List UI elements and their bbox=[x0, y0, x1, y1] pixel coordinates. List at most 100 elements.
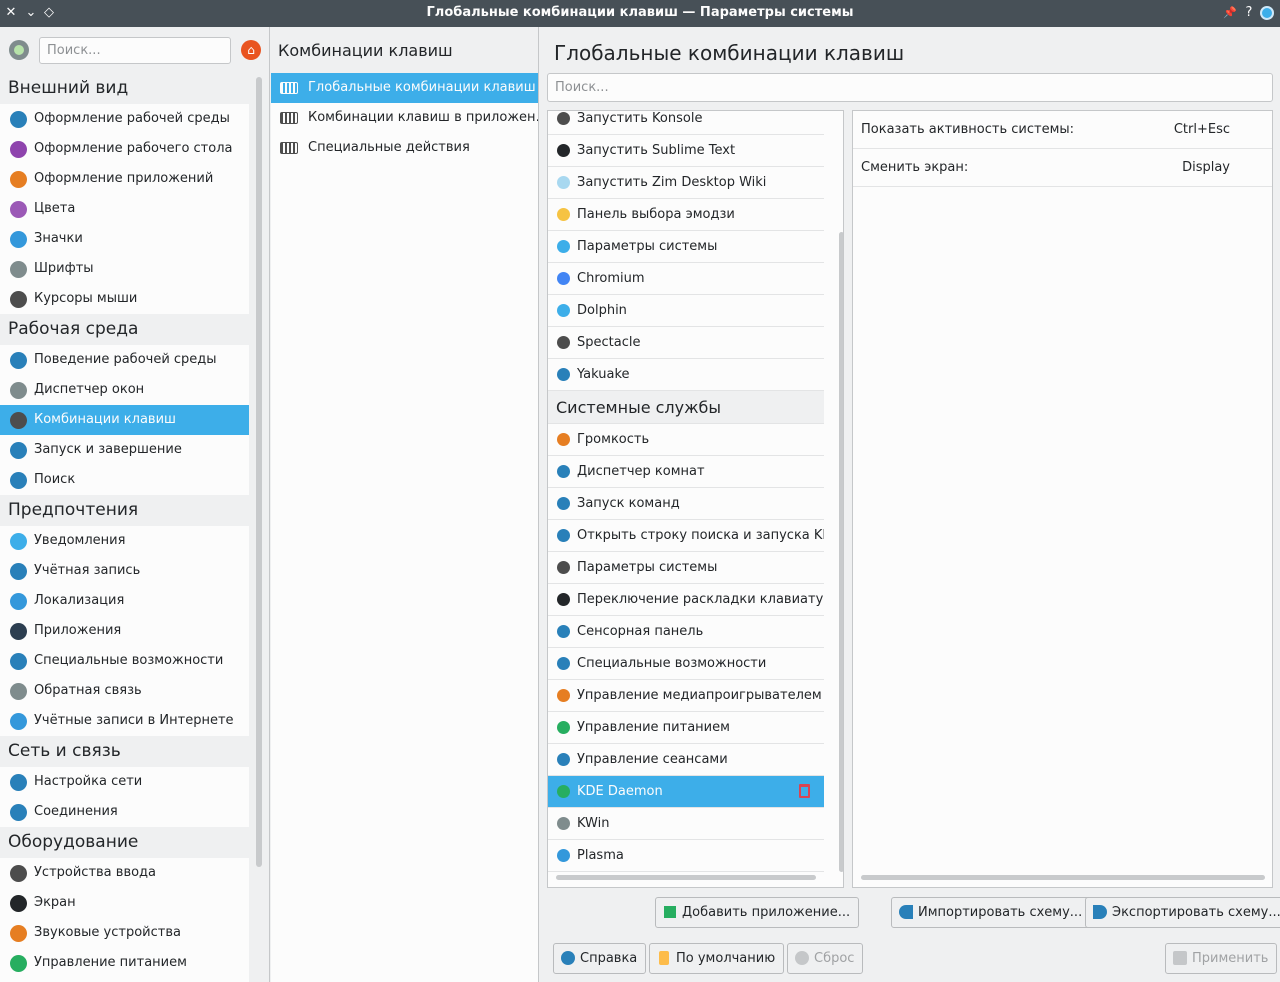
component-icon bbox=[557, 208, 570, 221]
sidebar-item[interactable]: Оформление рабочего стола bbox=[0, 134, 249, 164]
sidebar-item-icon bbox=[10, 653, 27, 670]
sidebar-search-input[interactable]: Поиск... bbox=[39, 37, 231, 64]
sidebar-item-label: Учётная запись bbox=[34, 563, 141, 578]
component-item[interactable]: Yakuake bbox=[548, 359, 824, 391]
sidebar-item[interactable]: Приложения bbox=[0, 616, 249, 646]
component-item[interactable]: Параметры системы bbox=[548, 231, 824, 263]
sidebar-item-icon bbox=[10, 352, 27, 369]
sidebar-item-icon bbox=[10, 713, 27, 730]
pin-icon[interactable]: 📌 bbox=[1221, 4, 1239, 22]
sidebar-item-icon bbox=[10, 533, 27, 550]
component-label: Управление сеансами bbox=[577, 752, 728, 767]
component-item[interactable]: Открыть строку поиска и запуска KRunner bbox=[548, 520, 824, 552]
component-item[interactable]: Управление медиапроигрывателем bbox=[548, 680, 824, 712]
component-list-vscrollbar[interactable] bbox=[839, 232, 843, 872]
sidebar-item-label: Курсоры мыши bbox=[34, 291, 138, 306]
filter-input[interactable]: Поиск... bbox=[547, 73, 1273, 102]
sidebar-item[interactable]: Цвета bbox=[0, 194, 249, 224]
sidebar-item[interactable]: Диспетчер окон bbox=[0, 375, 249, 405]
sidebar-item[interactable]: Учётные записи в Интернете bbox=[0, 706, 249, 736]
sidebar-item[interactable]: Настройка сети bbox=[0, 767, 249, 797]
sidebar-item[interactable]: Оформление рабочей среды bbox=[0, 104, 249, 134]
subcategory-item[interactable]: Глобальные комбинации клавиш bbox=[271, 73, 538, 103]
import-scheme-label: Импортировать схему... bbox=[918, 905, 1083, 920]
apply-button[interactable]: Применить bbox=[1165, 943, 1278, 974]
shortcut-key-button[interactable]: Display bbox=[1182, 149, 1230, 187]
sidebar-item[interactable]: Обратная связь bbox=[0, 676, 249, 706]
trash-icon[interactable] bbox=[799, 784, 810, 798]
sidebar-item[interactable]: Соединения bbox=[0, 797, 249, 827]
shortcut-key-button[interactable]: Ctrl+Esc bbox=[1174, 111, 1230, 149]
export-scheme-button[interactable]: Экспортировать схему... bbox=[1085, 897, 1280, 928]
defaults-button[interactable]: По умолчанию bbox=[649, 943, 785, 974]
sidebar-item-label: Поведение рабочей среды bbox=[34, 352, 217, 367]
component-item[interactable]: Сенсорная панель bbox=[548, 616, 824, 648]
sidebar-item[interactable]: Учётная запись bbox=[0, 556, 249, 586]
subcategory-item-label: Глобальные комбинации клавиш bbox=[308, 80, 536, 95]
shortcut-row[interactable]: Показать активность системы: Ctrl+Esc bbox=[853, 111, 1272, 149]
component-item[interactable]: Управление питанием bbox=[548, 712, 824, 744]
component-item[interactable]: Запуск команд bbox=[548, 488, 824, 520]
sidebar-item[interactable]: Комбинации клавиш bbox=[0, 405, 249, 435]
shortcuts-panel: Показать активность системы: Ctrl+Esc Смен… bbox=[852, 110, 1273, 888]
sidebar-item[interactable]: Уведомления bbox=[0, 526, 249, 556]
sidebar-item[interactable]: Оформление приложений bbox=[0, 164, 249, 194]
sidebar-item[interactable]: Управление питанием bbox=[0, 948, 249, 978]
component-item[interactable]: Диспетчер комнат bbox=[548, 456, 824, 488]
shortcut-row[interactable]: Сменить экран: Display bbox=[853, 149, 1272, 187]
component-item[interactable]: Plasma bbox=[548, 840, 824, 872]
component-item[interactable]: Управление сеансами bbox=[548, 744, 824, 776]
component-icon bbox=[557, 817, 570, 830]
component-item[interactable]: KWin bbox=[548, 808, 824, 840]
component-list-hscrollbar[interactable] bbox=[556, 875, 816, 880]
component-item[interactable]: Специальные возможности bbox=[548, 648, 824, 680]
sidebar-item[interactable]: Запуск и завершение bbox=[0, 435, 249, 465]
component-item[interactable]: Запустить Konsole bbox=[548, 111, 824, 135]
sidebar-item[interactable]: Локализация bbox=[0, 586, 249, 616]
component-item[interactable]: Spectacle bbox=[548, 327, 824, 359]
component-item[interactable]: Запустить Sublime Text bbox=[548, 135, 824, 167]
shortcuts-hscrollbar[interactable] bbox=[861, 875, 1265, 880]
export-scheme-label: Экспортировать схему... bbox=[1112, 905, 1280, 920]
sidebar-item[interactable]: Звуковые устройства bbox=[0, 918, 249, 948]
settings-gear-icon[interactable] bbox=[9, 40, 29, 60]
keyboard-icon bbox=[280, 82, 298, 94]
component-item[interactable]: Dolphin bbox=[548, 295, 824, 327]
component-icon bbox=[557, 465, 570, 478]
component-item[interactable]: Громкость bbox=[548, 424, 824, 456]
home-icon[interactable]: ⌂ bbox=[241, 40, 261, 60]
sidebar-item-icon bbox=[10, 563, 27, 580]
app-menu-icon[interactable] bbox=[1260, 6, 1274, 20]
shortcut-action-label: Показать активность системы: bbox=[861, 122, 1075, 137]
component-item[interactable]: Параметры системы bbox=[548, 552, 824, 584]
sidebar-item-icon bbox=[10, 955, 27, 972]
keyboard-icon bbox=[280, 112, 298, 124]
component-item[interactable]: Переключение раскладки клавиатуры bbox=[548, 584, 824, 616]
help-button[interactable]: Справка bbox=[553, 943, 647, 974]
sidebar-item[interactable]: Специальные возможности bbox=[0, 646, 249, 676]
services-category-heading: Системные службы bbox=[548, 391, 824, 424]
component-item[interactable]: KDE Daemon bbox=[548, 776, 824, 808]
sidebar-item[interactable]: Поведение рабочей среды bbox=[0, 345, 249, 375]
import-scheme-button[interactable]: Импортировать схему... bbox=[891, 897, 1092, 928]
sidebar-item-icon bbox=[10, 472, 27, 489]
component-item[interactable]: Chromium bbox=[548, 263, 824, 295]
reset-button[interactable]: Сброс bbox=[787, 943, 864, 974]
subcategory-item[interactable]: Специальные действия bbox=[271, 133, 538, 163]
sidebar-item[interactable]: Устройства ввода bbox=[0, 858, 249, 888]
component-label: Запустить Zim Desktop Wiki bbox=[577, 175, 767, 190]
component-item[interactable]: Запустить Zim Desktop Wiki bbox=[548, 167, 824, 199]
sidebar-scrollbar[interactable] bbox=[256, 77, 262, 867]
add-application-button[interactable]: Добавить приложение... bbox=[655, 897, 860, 928]
subcategory-item[interactable]: Комбинации клавиш в приложен… bbox=[271, 103, 538, 133]
sidebar-item[interactable]: Курсоры мыши bbox=[0, 284, 249, 314]
subcategory-item-label: Комбинации клавиш в приложен… bbox=[308, 110, 538, 125]
sidebar-item[interactable]: Поиск bbox=[0, 465, 249, 495]
sidebar-item[interactable]: Значки bbox=[0, 224, 249, 254]
component-item[interactable]: Панель выбора эмодзи bbox=[548, 199, 824, 231]
sidebar-item[interactable]: Экран bbox=[0, 888, 249, 918]
sidebar-item[interactable]: Шрифты bbox=[0, 254, 249, 284]
add-application-label: Добавить приложение... bbox=[682, 905, 851, 920]
help-icon[interactable]: ? bbox=[1240, 4, 1258, 22]
component-label: Запуск команд bbox=[577, 496, 680, 511]
